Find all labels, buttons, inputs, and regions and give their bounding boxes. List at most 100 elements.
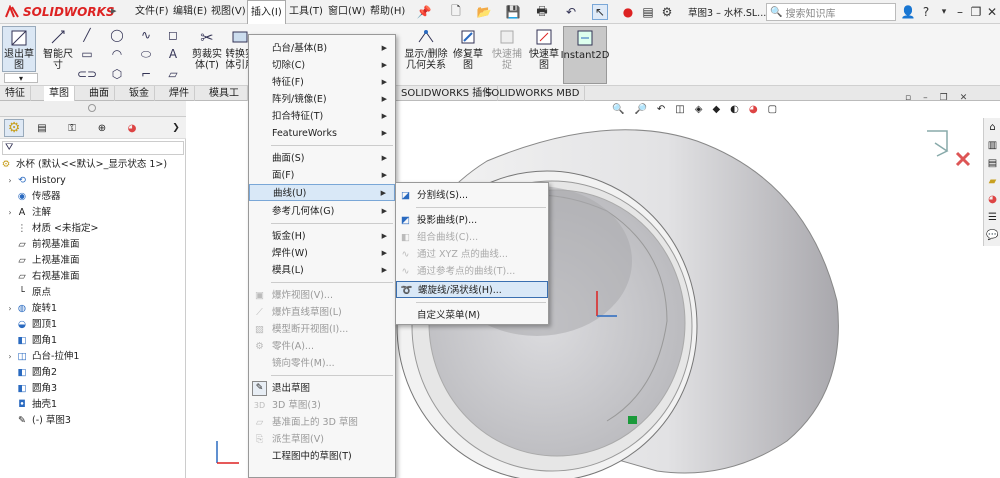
tab-sketch[interactable]: 草图: [44, 86, 75, 101]
traffic-light-icon[interactable]: ●: [620, 4, 636, 20]
submenu-item-composite-curve[interactable]: ◧ 组合曲线(C)...: [396, 229, 548, 246]
menu-help[interactable]: 帮助(H): [367, 0, 408, 24]
sketch-dropdown[interactable]: ▾: [4, 73, 38, 83]
panel-more-icon[interactable]: ❯: [166, 119, 186, 137]
menu-item-surface[interactable]: 曲面(S) ▶: [249, 150, 395, 167]
menu-item-fastening-features[interactable]: 扣合特征(T) ▶: [249, 108, 395, 125]
submenu-item-curve-through-reference-points[interactable]: ∿ 通过参考点的曲线(T)...: [396, 263, 548, 280]
menu-tools[interactable]: 工具(T): [286, 0, 326, 24]
tree-item-fillet3[interactable]: ◧ 圆角3: [6, 381, 58, 397]
tree-item-history[interactable]: › ⟲ History: [6, 173, 65, 189]
menu-edit[interactable]: 编辑(E): [170, 0, 210, 24]
viewport-minimize-icon[interactable]: –: [923, 93, 928, 103]
tree-item-fillet2[interactable]: ◧ 圆角2: [6, 365, 58, 381]
expand-icon[interactable]: ›: [6, 349, 14, 365]
select-cursor-icon[interactable]: ↖: [592, 4, 608, 20]
home-icon[interactable]: ⌂: [985, 120, 1000, 135]
new-document-icon[interactable]: 🗋: [448, 4, 464, 20]
close-icon[interactable]: ✕: [984, 4, 1000, 20]
point-icon[interactable]: ◻: [165, 27, 181, 43]
design-library-icon[interactable]: ▤: [985, 156, 1000, 171]
ellipse-icon[interactable]: ⬭: [138, 46, 154, 62]
menu-item-mirror-part[interactable]: 镜向零件(M)...: [249, 355, 395, 372]
tree-item-annotations[interactable]: › A 注解: [6, 205, 51, 221]
circle-icon[interactable]: ◯: [109, 27, 125, 43]
menu-insert[interactable]: 插入(I): [247, 0, 286, 24]
menu-item-face[interactable]: 面(F) ▶: [249, 167, 395, 184]
tree-filter-input[interactable]: ⛛: [2, 141, 184, 155]
tree-root[interactable]: ⚙ 水杯 (默认<<默认>_显示状态 1>): [0, 157, 167, 173]
submenu-item-split-line[interactable]: ◪ 分割线(S)...: [396, 187, 548, 204]
menu-item-molds[interactable]: 模具(L) ▶: [249, 262, 395, 279]
expand-icon[interactable]: ›: [6, 205, 14, 221]
tree-item-sensors[interactable]: ◉ 传感器: [6, 189, 61, 205]
dimxpert-icon[interactable]: ⊕: [92, 119, 112, 137]
tab-solidworks-mbd[interactable]: SOLIDWORKS MBD: [480, 86, 586, 101]
menu-file[interactable]: 文件(F): [132, 0, 172, 24]
search-input[interactable]: 🔍 搜索知识库: [766, 3, 896, 21]
panel-splitter[interactable]: [0, 101, 186, 117]
minimize-icon[interactable]: –: [952, 4, 968, 20]
menu-item-sheet-metal[interactable]: 钣金(H) ▶: [249, 228, 395, 245]
menu-item-sketch-from-drawing[interactable]: 工程图中的草图(T): [249, 448, 395, 465]
display-manager-icon[interactable]: ◕: [122, 119, 142, 137]
menu-item-exploded-view[interactable]: ▣ 爆炸视图(V)...: [249, 287, 395, 304]
menu-view[interactable]: 视图(V): [208, 0, 249, 24]
tab-sheet-metal[interactable]: 钣金: [124, 86, 155, 101]
tab-surfaces[interactable]: 曲面: [84, 86, 115, 101]
menu-item-explode-line-sketch[interactable]: ⟋ 爆炸直线草图(L): [249, 304, 395, 321]
open-folder-icon[interactable]: 📂: [476, 4, 492, 20]
restore-icon[interactable]: ❐: [968, 4, 984, 20]
undo-icon[interactable]: ↶: [563, 4, 579, 20]
tree-item-right-plane[interactable]: ▱ 右视基准面: [6, 269, 79, 285]
property-manager-icon[interactable]: ▤: [32, 119, 52, 137]
display-relations-button[interactable]: 显示/删除 几何关系: [402, 26, 450, 71]
file-explorer-icon[interactable]: ▰: [985, 174, 1000, 189]
tree-item-top-plane[interactable]: ▱ 上视基准面: [6, 253, 79, 269]
menu-item-curve[interactable]: 曲线(U) ▶: [249, 184, 395, 201]
help-icon[interactable]: ?: [918, 4, 934, 20]
gear-icon[interactable]: ⚙: [659, 4, 675, 20]
resources-icon[interactable]: ▥: [985, 138, 1000, 153]
tree-item-fillet1[interactable]: ◧ 圆角1: [6, 333, 58, 349]
menu-item-model-break-view[interactable]: ▧ 模型断开视图(I)...: [249, 321, 395, 338]
rapid-sketch-button[interactable]: 快速草 图: [527, 26, 561, 71]
tree-item-boss-extrude1[interactable]: › ◫ 凸台-拉伸1: [6, 349, 79, 365]
menu-item-cut[interactable]: 切除(C) ▶: [249, 57, 395, 74]
cancel-corner-icon[interactable]: [955, 151, 971, 167]
rectangle-icon[interactable]: ▭: [79, 46, 95, 62]
trim-entities-button[interactable]: ✂ 剪裁实 体(T): [190, 26, 224, 71]
menu-item-derived-sketch[interactable]: ⎘ 派生草图(V): [249, 431, 395, 448]
expand-icon[interactable]: ›: [6, 173, 14, 189]
instant2d-button[interactable]: Instant2D: [561, 26, 609, 84]
arc-icon[interactable]: ◠: [109, 46, 125, 62]
solidworks-logo[interactable]: SOLIDWORKS: [4, 3, 115, 21]
text-icon[interactable]: A: [165, 46, 181, 62]
configuration-manager-icon[interactable]: ⚿: [62, 119, 82, 137]
menu-item-pattern-mirror[interactable]: 阵列/镜像(E) ▶: [249, 91, 395, 108]
submenu-item-projected-curve[interactable]: ◩ 投影曲线(P)...: [396, 212, 548, 229]
tree-item-origin[interactable]: └ 原点: [6, 285, 51, 301]
forum-icon[interactable]: 💬: [985, 228, 1000, 243]
print-icon[interactable]: 🖶: [534, 4, 550, 20]
polygon-icon[interactable]: ⬡: [109, 66, 125, 82]
submenu-item-curve-through-xyz[interactable]: ∿ 通过 XYZ 点的曲线...: [396, 246, 548, 263]
exit-sketch-button[interactable]: 退出草 图: [2, 26, 36, 72]
tab-features[interactable]: 特征: [0, 86, 31, 101]
fillet-icon[interactable]: ⌐: [138, 66, 154, 82]
appearances-icon[interactable]: ◕: [985, 192, 1000, 207]
repair-sketch-button[interactable]: 修复草 图: [452, 26, 484, 71]
splitter-handle-icon[interactable]: [88, 104, 96, 112]
menu-window[interactable]: 窗口(W): [325, 0, 369, 24]
slot-icon[interactable]: ⊂⊃: [77, 66, 97, 82]
file-properties-icon[interactable]: ▤: [640, 4, 656, 20]
user-icon[interactable]: 👤: [900, 4, 916, 20]
viewport-close-icon[interactable]: ✕: [960, 93, 968, 103]
spline-icon[interactable]: ∿: [138, 27, 154, 43]
menu-item-exit-sketch[interactable]: ✎ 退出草图: [249, 380, 395, 397]
tree-item-material[interactable]: ⋮ 材质 <未指定>: [6, 221, 98, 237]
plane-icon[interactable]: ▱: [165, 66, 181, 82]
chevron-right-icon[interactable]: ▸: [111, 4, 127, 20]
menu-item-featureworks[interactable]: FeatureWorks ▶: [249, 125, 395, 142]
tab-weldments[interactable]: 焊件: [164, 86, 195, 101]
